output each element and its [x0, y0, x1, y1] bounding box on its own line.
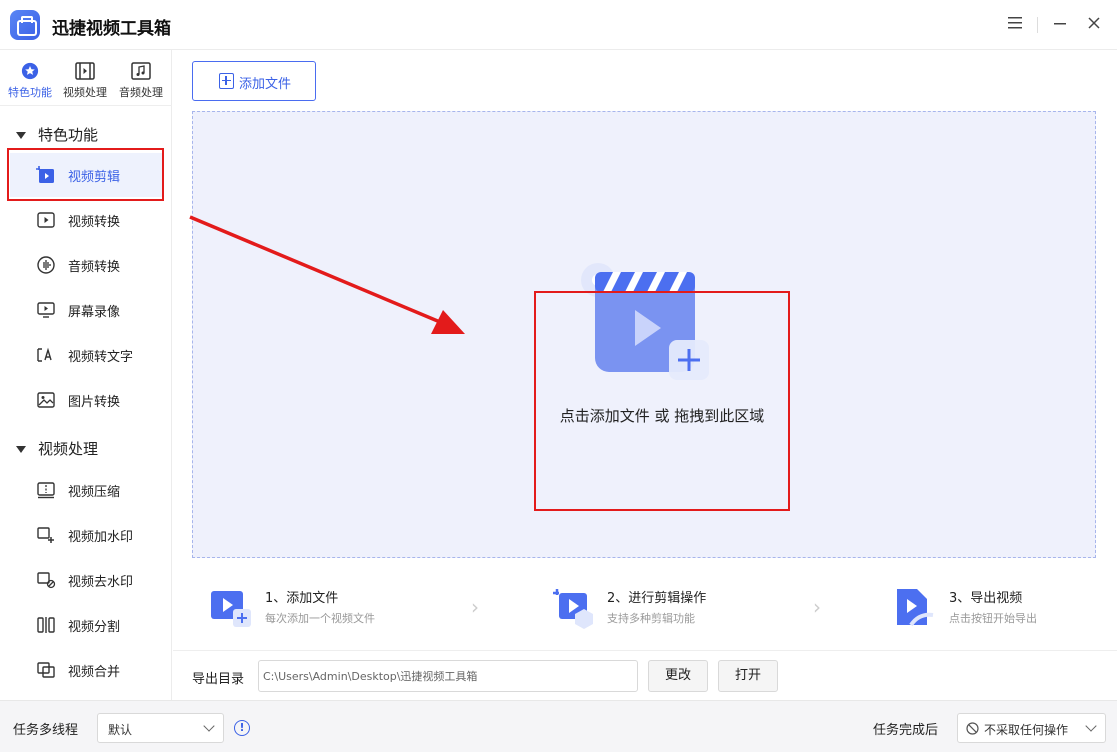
section-title: 特色功能: [38, 126, 99, 144]
nav-item-image-convert[interactable]: 图片转换: [10, 378, 162, 422]
star-icon: [21, 62, 39, 80]
nav-item-video-convert[interactable]: 视频转换: [10, 198, 162, 242]
add-watermark-icon: [37, 527, 54, 543]
after-task-value: 不采取任何操作: [984, 723, 1069, 737]
title-bar: 迅捷视频工具箱: [0, 0, 1117, 50]
chevron-right-icon: ›: [813, 595, 821, 619]
caret-down-icon: [16, 132, 26, 139]
video-compress-icon: [37, 482, 55, 499]
red-highlight-box: [534, 291, 790, 511]
section-header-video-processing[interactable]: 视频处理: [16, 438, 98, 459]
nav-item-label: 视频转换: [68, 215, 121, 230]
tab-audio-processing[interactable]: 音频处理: [113, 60, 169, 104]
minimize-icon[interactable]: [1050, 15, 1070, 35]
category-tabs: 特色功能 视频处理 音频处理: [0, 50, 172, 106]
info-icon[interactable]: !: [234, 720, 250, 736]
step-title: 1、添加文件: [265, 591, 339, 606]
nav-item-video-split[interactable]: 视频分割: [10, 603, 162, 647]
add-file-label: 添加文件: [239, 77, 292, 92]
no-action-icon: [966, 722, 979, 735]
nav-item-label: 音频转换: [68, 260, 121, 275]
menu-icon[interactable]: [1005, 15, 1025, 35]
nav-item-screen-record[interactable]: 屏幕录像: [10, 288, 162, 332]
audio-convert-icon: [37, 256, 55, 274]
section-title: 视频处理: [38, 440, 99, 458]
nav-item-video-merge[interactable]: 视频合并: [10, 648, 162, 692]
video-merge-icon: [37, 662, 55, 678]
tab-label: 视频处理: [63, 86, 107, 99]
nav-item-label: 视频加水印: [68, 530, 134, 545]
nav-item-remove-watermark[interactable]: 视频去水印: [10, 558, 162, 602]
nav-item-label: 视频分割: [68, 620, 121, 635]
image-convert-icon: [37, 392, 55, 408]
nav-item-add-watermark[interactable]: 视频加水印: [10, 513, 162, 557]
nav-item-audio-convert[interactable]: 音频转换: [10, 243, 162, 287]
video-to-text-icon: [37, 347, 52, 362]
nav-item-label: 屏幕录像: [68, 305, 121, 320]
remove-watermark-icon: [37, 572, 56, 589]
toolbox-logo-icon: [10, 10, 40, 40]
caret-down-icon: [16, 446, 26, 453]
change-dir-button[interactable]: 更改: [648, 660, 708, 692]
music-icon: [131, 62, 151, 80]
chevron-down-icon: [203, 720, 215, 732]
threads-select[interactable]: 默认: [97, 713, 224, 743]
nav-item-video-compress[interactable]: 视频压缩: [10, 468, 162, 512]
chevron-down-icon: [1085, 720, 1097, 732]
tab-video-processing[interactable]: 视频处理: [57, 60, 113, 104]
step-subtitle: 支持多种剪辑功能: [607, 612, 695, 625]
nav-item-label: 视频压缩: [68, 485, 121, 500]
app-title: 迅捷视频工具箱: [52, 19, 171, 39]
export-path-input[interactable]: [258, 660, 638, 692]
main-panel: 添加文件 点击添加文件 或 拖拽到此区域 1、添加文件 每次添加一个视频文件 ›…: [173, 50, 1117, 700]
title-separator: [1037, 17, 1038, 33]
close-icon[interactable]: [1084, 15, 1104, 35]
export-step-icon: [897, 589, 934, 627]
step-title: 3、导出视频: [949, 591, 1023, 606]
chevron-right-icon: ›: [471, 595, 479, 619]
open-dir-button[interactable]: 打开: [718, 660, 778, 692]
video-convert-icon: [37, 212, 55, 228]
tab-featured[interactable]: 特色功能: [2, 60, 58, 104]
add-file-button[interactable]: 添加文件: [192, 61, 316, 101]
tab-label: 音频处理: [119, 86, 163, 99]
edit-step-icon: [553, 589, 593, 629]
red-highlight-box: [7, 148, 164, 201]
steps-guide: 1、添加文件 每次添加一个视频文件 › 2、进行剪辑操作 支持多种剪辑功能 › …: [173, 573, 1117, 645]
step-subtitle: 每次添加一个视频文件: [265, 612, 375, 625]
nav-item-label: 视频去水印: [68, 575, 134, 590]
nav-item-label: 视频转文字: [68, 350, 134, 365]
after-task-label: 任务完成后: [873, 723, 939, 738]
nav-item-label: 视频合并: [68, 665, 121, 680]
add-file-icon: [219, 73, 234, 89]
threads-label: 任务多线程: [13, 723, 79, 738]
tab-label: 特色功能: [8, 86, 52, 99]
add-file-step-icon: [211, 591, 251, 627]
step-subtitle: 点击按钮开始导出: [949, 612, 1037, 625]
export-row: 导出目录 更改 打开: [173, 650, 1117, 700]
screen-record-icon: [37, 302, 55, 318]
section-header-featured[interactable]: 特色功能: [16, 124, 98, 145]
threads-value: 默认: [108, 723, 133, 737]
step-title: 2、进行剪辑操作: [607, 591, 707, 606]
bottom-bar: 任务多线程 默认 ! 任务完成后 不采取任何操作: [0, 700, 1117, 752]
nav-item-video-to-text[interactable]: 视频转文字: [10, 333, 162, 377]
export-dir-label: 导出目录: [192, 672, 245, 687]
video-split-icon: [37, 617, 55, 633]
nav-item-label: 图片转换: [68, 395, 121, 410]
red-arrow-annotation: [189, 215, 465, 334]
film-icon: [75, 62, 95, 80]
after-task-select[interactable]: 不采取任何操作: [957, 713, 1106, 743]
